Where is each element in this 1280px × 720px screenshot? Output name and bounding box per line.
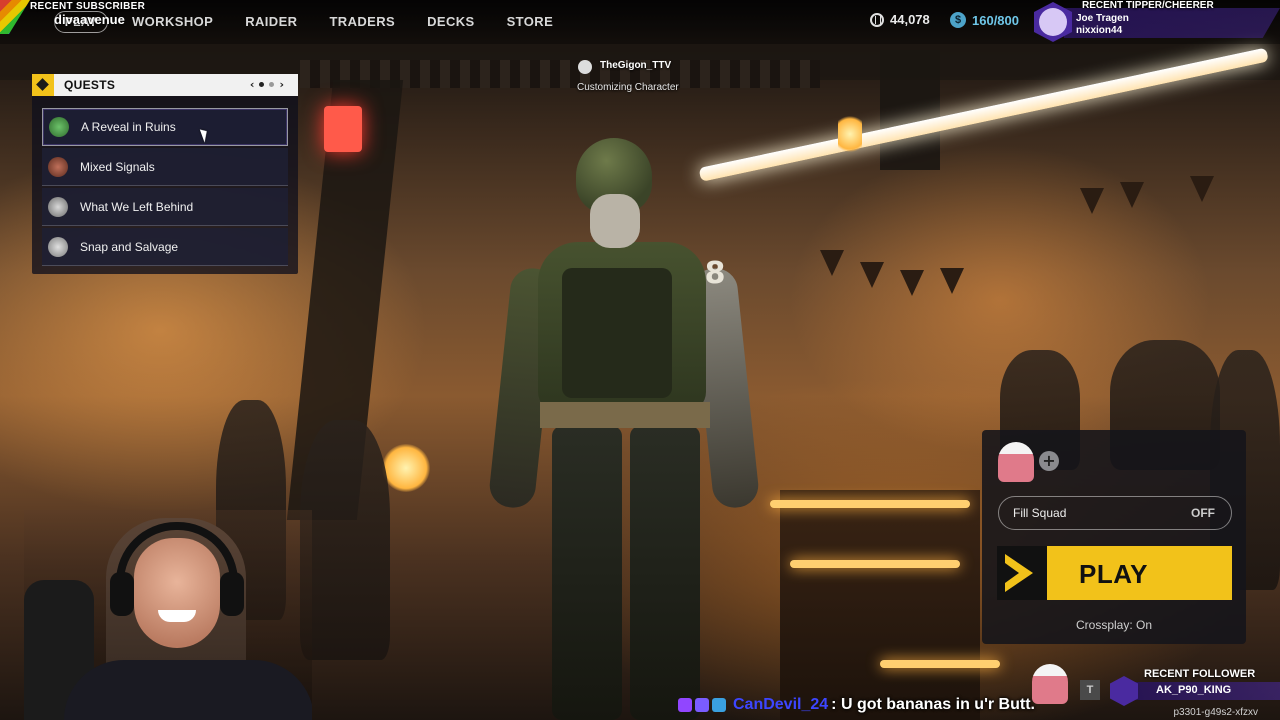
character-belt	[540, 402, 710, 428]
add-squad-member-button[interactable]: +	[1039, 451, 1059, 471]
prime-badge-icon	[712, 698, 726, 712]
character-shoulder-number: 8	[704, 256, 726, 291]
quest-giver-avatar	[48, 196, 68, 217]
recent-tipper-name: Joe Tragen	[1076, 13, 1129, 24]
recent-cheerer-name: nixxion44	[1076, 25, 1123, 36]
character-leg-left	[552, 426, 622, 720]
quest-item[interactable]: A Reveal in Ruins	[42, 108, 288, 146]
play-button-label: PLAY	[1079, 559, 1148, 589]
hanging-sign	[880, 50, 940, 170]
quest-giver-avatar	[48, 236, 68, 257]
nav-raider[interactable]: RAIDER	[229, 0, 313, 44]
quest-giver-avatar	[48, 156, 68, 177]
raider-character[interactable]: 8	[487, 138, 761, 720]
streamer-webcam	[24, 510, 312, 720]
chat-message: CanDevil_24 : U got bananas in u'r Butt.	[678, 694, 1035, 716]
quest-label: What We Left Behind	[80, 199, 194, 214]
credits-icon: $	[950, 12, 966, 28]
rainbow-stripe-icon	[0, 0, 30, 34]
pennant-flag	[940, 268, 964, 294]
nav-traders[interactable]: TRADERS	[313, 0, 411, 44]
pager-dot[interactable]	[269, 82, 275, 87]
heart-badge-icon	[1110, 676, 1138, 706]
chat-text: : U got bananas in u'r Butt.	[831, 696, 1035, 713]
recent-tipper-overlay: RECENT TIPPER/CHEERER Joe Tragen nixxion…	[1034, 0, 1280, 44]
pennant-flag	[1120, 182, 1144, 208]
counter-light	[880, 660, 1000, 668]
coin-icon	[870, 12, 884, 27]
twitch-badge-icon	[678, 698, 692, 712]
nav-store[interactable]: STORE	[491, 0, 570, 44]
pennant-flag	[820, 250, 844, 276]
character-gas-mask	[590, 194, 640, 248]
pennant-flag	[860, 262, 884, 288]
crown-icon	[578, 60, 592, 74]
counter-light	[790, 560, 960, 568]
pager-prev-icon[interactable]: ‹	[250, 79, 255, 90]
credits-value: 160/800	[972, 12, 1019, 28]
quests-title: QUESTS	[64, 78, 116, 92]
nav-decks[interactable]: DECKS	[411, 0, 491, 44]
follower-avatar	[1032, 664, 1068, 704]
pennant-flag	[900, 270, 924, 296]
play-button[interactable]: PLAY	[997, 546, 1232, 600]
fill-squad-state: OFF	[1191, 506, 1215, 520]
quests-panel: QUESTS ‹ › A Reveal in Ruins Mixed Signa…	[32, 74, 298, 274]
counter-light	[770, 500, 970, 508]
recent-tipper-title: RECENT TIPPER/CHEERER	[1082, 0, 1214, 11]
ceiling-lamp	[838, 112, 862, 156]
chat-username: CanDevil_24	[733, 696, 829, 713]
headphone-earcup	[220, 572, 244, 616]
character-leg-right	[630, 426, 700, 720]
quest-label: A Reveal in Ruins	[81, 120, 176, 134]
build-id: p3301-g49s2-xfzxv	[1173, 707, 1259, 718]
quest-label: Mixed Signals	[80, 159, 155, 174]
fill-squad-toggle[interactable]: Fill Squad OFF	[998, 496, 1232, 530]
pager-dot-active[interactable]	[259, 82, 265, 87]
character-vest	[562, 268, 672, 398]
player-status: Customizing Character	[577, 82, 679, 93]
recent-subscriber-name: divaavenue	[54, 12, 125, 27]
street-lamp	[382, 444, 430, 492]
player-name: TheGigon_TTV	[600, 60, 672, 71]
squad-member-avatar[interactable]	[998, 442, 1034, 482]
pennant-flag	[1080, 188, 1104, 214]
pager-next-icon[interactable]: ›	[279, 79, 284, 90]
pennant-flag	[1190, 176, 1214, 202]
credits-display: $ 160/800	[950, 12, 1019, 28]
play-panel: + Fill Squad OFF PLAY Crossplay: On	[982, 430, 1246, 644]
follower-t-icon: T	[1080, 680, 1100, 700]
bar-counter	[780, 490, 980, 720]
warning-light	[324, 106, 362, 152]
fill-squad-label: Fill Squad	[1013, 506, 1067, 520]
recent-follower-name: AK_P90_KING	[1156, 684, 1232, 696]
quest-label: Snap and Salvage	[80, 239, 179, 254]
crossplay-status: Crossplay: On	[1075, 618, 1153, 632]
quests-icon	[32, 74, 54, 96]
recent-subscriber-overlay: RECENT SUBSCRIBER divaavenue	[0, 0, 150, 34]
headphone-earcup	[110, 572, 134, 616]
streamer-shirt	[64, 660, 312, 720]
quest-item[interactable]: Snap and Salvage	[42, 228, 288, 266]
recent-subscriber-title: RECENT SUBSCRIBER	[30, 1, 146, 12]
quest-item[interactable]: Mixed Signals	[42, 148, 288, 186]
quests-header: QUESTS ‹ ›	[32, 74, 298, 96]
quest-giver-avatar	[49, 117, 69, 137]
coins-value: 44,078	[890, 12, 930, 27]
play-chevron-icon	[997, 546, 1047, 600]
quests-pager: ‹ ›	[250, 79, 284, 90]
background-npc	[300, 420, 390, 660]
recent-follower-title: RECENT FOLLOWER	[1144, 668, 1256, 680]
quest-item[interactable]: What We Left Behind	[42, 188, 288, 226]
subscriber-badge-icon	[695, 698, 709, 712]
coins-display: 44,078	[870, 12, 930, 27]
